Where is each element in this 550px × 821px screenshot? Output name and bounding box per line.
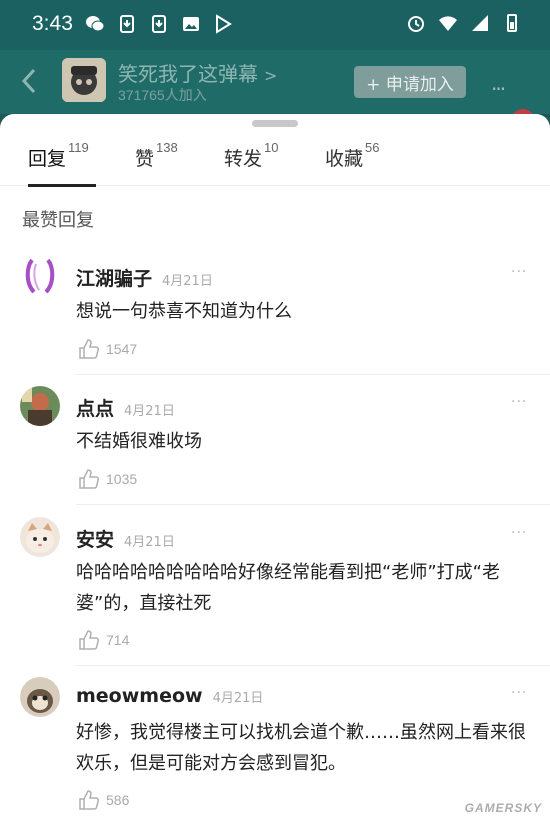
chevron-right-icon: >: [264, 66, 278, 85]
avatar[interactable]: [20, 517, 60, 557]
member-count: 371765人加入: [118, 87, 207, 103]
group-header: 笑死我了这弹幕> 371765人加入 + 申请加入 ··· 4: [0, 50, 550, 133]
more-options-icon[interactable]: ···: [511, 264, 527, 280]
group-name[interactable]: 笑死我了这弹幕 >: [118, 58, 277, 87]
tab-reposts[interactable]: 转发10: [224, 140, 278, 171]
comment-author[interactable]: 点点 4月21日: [76, 394, 175, 421]
tab-favorites-label: 收藏: [325, 148, 364, 170]
tab-likes-count: 138: [156, 139, 178, 155]
thumbs-up-icon: [79, 469, 99, 489]
tab-likes-label: 赞: [135, 148, 155, 170]
play-store-icon: [216, 14, 232, 34]
comment-date: 4月21日: [162, 274, 213, 289]
section-title: 最赞回复: [22, 210, 94, 231]
author-name: 点点: [76, 398, 115, 420]
comment-text: 想说一句恭喜不知道为什么: [76, 301, 292, 322]
drag-handle[interactable]: [252, 120, 298, 127]
watermark: GAMERSKY: [464, 801, 542, 815]
like-button[interactable]: 1035: [78, 468, 137, 490]
tab-replies-count: 119: [68, 139, 89, 155]
status-time: 3:43: [32, 12, 73, 35]
comment-date: 4月21日: [124, 535, 175, 550]
thumbs-up-icon: [79, 630, 99, 650]
avatar[interactable]: [20, 386, 60, 426]
tab-reposts-label: 转发: [224, 148, 263, 170]
like-count: 1547: [106, 341, 138, 357]
signal-icon: [472, 15, 488, 31]
tab-likes[interactable]: 赞138: [135, 140, 178, 171]
more-options-icon[interactable]: ···: [511, 394, 527, 410]
avatar[interactable]: [20, 256, 60, 296]
wechat-icon: [86, 16, 105, 32]
like-button[interactable]: 714: [78, 629, 129, 651]
system-icons: [406, 13, 522, 33]
group-name-text: 笑死我了这弹幕: [118, 62, 258, 86]
tab-bar: 回复119 赞138 转发10 收藏56: [0, 138, 550, 187]
author-name: meowmeow: [76, 685, 203, 707]
tab-favorites[interactable]: 收藏56: [325, 140, 379, 171]
like-button[interactable]: 586: [78, 789, 129, 811]
divider: [76, 665, 550, 666]
tab-favorites-count: 56: [365, 139, 380, 155]
more-options-icon[interactable]: ···: [511, 685, 527, 701]
tab-replies-label: 回复: [28, 148, 67, 170]
comment-author[interactable]: meowmeow 4月21日: [76, 685, 263, 707]
more-menu-icon[interactable]: ···: [491, 77, 506, 101]
join-button[interactable]: + 申请加入: [354, 66, 466, 98]
comment-text: 好惨，我觉得楼主可以找机会道个歉……虽然网上看来很欢乐，但是可能对方会感到冒犯。: [76, 722, 526, 774]
active-tab-indicator: [28, 184, 96, 187]
avatar-image: [20, 386, 60, 426]
divider: [76, 504, 550, 505]
comment-text: 哈哈哈哈哈哈哈哈哈好像经常能看到把“老师”打成“老婆”的，直接社死: [76, 562, 500, 614]
comment-author[interactable]: 江湖骗子 4月21日: [76, 264, 213, 291]
comment-date: 4月21日: [212, 691, 264, 706]
tab-reposts-count: 10: [264, 139, 279, 155]
comment-date: 4月21日: [124, 404, 175, 419]
comment-text: 不结婚很难收场: [76, 431, 202, 452]
replies-sheet: 回复119 赞138 转发10 收藏56 最赞回复 江湖骗子 4月21日 ··· …: [0, 114, 550, 821]
avatar[interactable]: [20, 677, 60, 717]
more-options-icon[interactable]: ···: [511, 525, 527, 541]
download-icon-2: [152, 15, 166, 33]
author-name: 江湖骗子: [76, 268, 153, 290]
back-arrow-icon[interactable]: [16, 64, 42, 98]
status-bar: 3:43: [0, 0, 550, 50]
tab-replies[interactable]: 回复119: [28, 140, 89, 171]
thumbs-up-icon: [79, 339, 99, 359]
divider: [76, 374, 550, 375]
image-icon: [183, 17, 199, 31]
avatar-image: [20, 677, 60, 717]
avatar-image: [20, 256, 60, 296]
comment-author[interactable]: 安安 4月21日: [76, 525, 175, 552]
battery-icon: [507, 14, 517, 32]
like-count: 714: [106, 632, 130, 648]
author-name: 安安: [76, 529, 115, 551]
like-count: 586: [106, 792, 130, 808]
like-button[interactable]: 1547: [78, 338, 137, 360]
avatar-image: [20, 517, 60, 557]
group-avatar[interactable]: [62, 58, 106, 102]
download-icon: [120, 15, 134, 33]
wifi-icon: [439, 16, 457, 31]
like-count: 1035: [106, 471, 138, 487]
alarm-icon: [408, 16, 424, 32]
notification-icons: [85, 14, 233, 34]
thumbs-up-icon: [79, 790, 99, 810]
group-avatar-image: [62, 58, 106, 102]
